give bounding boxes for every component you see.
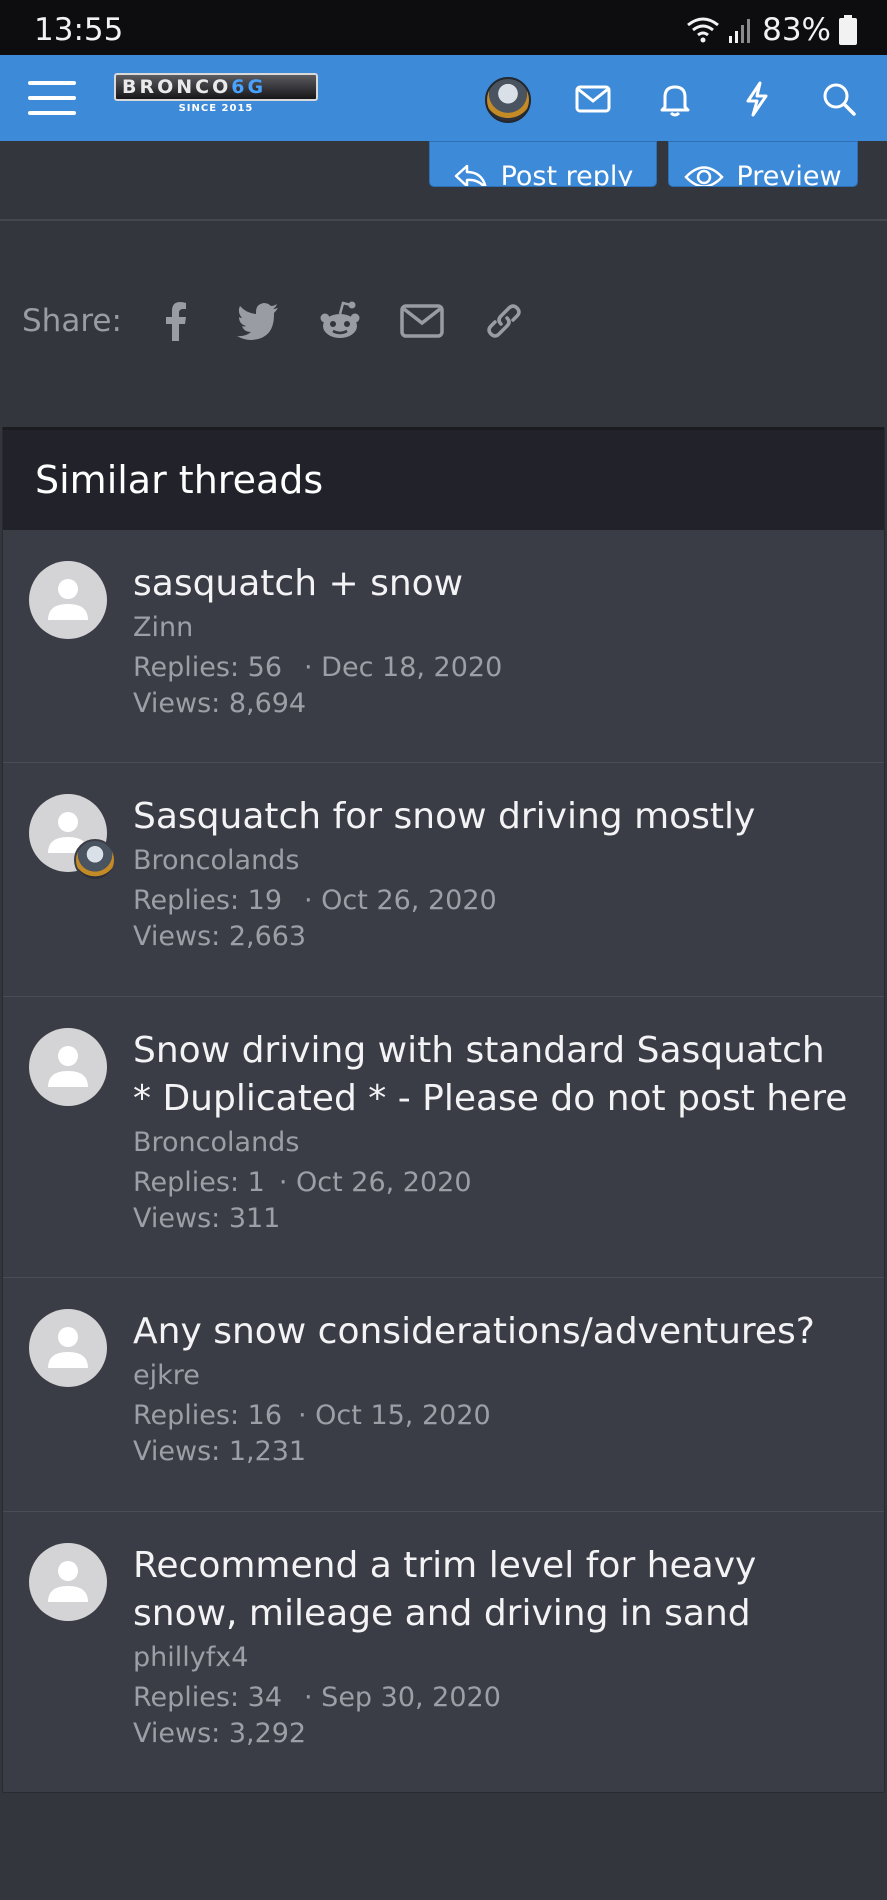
similar-threads-block: Similar threads sasquatch + snow Zinn Re… <box>2 427 885 1793</box>
user-icon <box>48 1046 88 1087</box>
thread-item[interactable]: Snow driving with standard Sasquatch * D… <box>3 997 884 1278</box>
thread-date: · Oct 26, 2020 <box>304 885 497 916</box>
menu-button[interactable] <box>28 79 76 117</box>
avatar[interactable] <box>29 561 107 639</box>
thread-title[interactable]: Any snow considerations/adventures? <box>133 1308 854 1356</box>
similar-threads-title: Similar threads <box>35 458 324 502</box>
thread-author[interactable]: Broncolands <box>133 845 854 877</box>
thread-title[interactable]: sasquatch + snow <box>133 560 854 608</box>
thread-date: · Oct 26, 2020 <box>278 1167 472 1198</box>
wifi-icon <box>687 17 720 43</box>
thread-replies: Replies: 34 <box>133 1682 283 1713</box>
user-badge <box>74 839 116 881</box>
post-reply-button[interactable]: Post reply <box>429 141 657 187</box>
thread-date: · Sep 30, 2020 <box>304 1682 501 1713</box>
avatar[interactable] <box>29 1309 107 1387</box>
top-navbar: BRONCO6G SINCE 2015 <box>0 55 887 141</box>
menu-icon <box>28 81 76 85</box>
signal-icon <box>729 19 751 43</box>
thread-author[interactable]: ejkre <box>133 1360 854 1392</box>
thread-item[interactable]: sasquatch + snow Zinn Replies: 56 · Dec 1… <box>3 530 884 763</box>
thread-author[interactable]: Broncolands <box>133 1127 854 1159</box>
search-icon[interactable] <box>819 79 859 119</box>
avatar[interactable] <box>29 794 116 881</box>
thread-title[interactable]: Sasquatch for snow driving mostly <box>133 793 854 841</box>
thread-item[interactable]: Recommend a trim level for heavy snow, m… <box>3 1512 884 1792</box>
bell-icon[interactable] <box>655 79 695 119</box>
user-icon <box>48 1561 88 1602</box>
bolt-icon[interactable] <box>737 79 777 119</box>
twitter-icon[interactable] <box>234 297 282 345</box>
share-bar: Share: <box>22 296 562 346</box>
thread-stats: Replies: 56 · Dec 18, 2020 Views: 8,694 <box>133 650 854 722</box>
battery-percent: 83% <box>762 12 831 48</box>
thread-views: Views: 311 <box>133 1203 281 1234</box>
email-icon[interactable] <box>398 297 446 345</box>
thread-author[interactable]: phillyfx4 <box>133 1642 854 1674</box>
thread-stats: Replies: 34 · Sep 30, 2020 Views: 3,292 <box>133 1680 854 1752</box>
thread-author[interactable]: Zinn <box>133 612 854 644</box>
thread-date: · Oct 15, 2020 <box>298 1400 491 1431</box>
thread-title[interactable]: Snow driving with standard Sasquatch * D… <box>133 1027 854 1123</box>
thread-item[interactable]: Sasquatch for snow driving mostly Bronco… <box>3 763 884 997</box>
logo-tagline: SINCE 2015 <box>178 103 254 114</box>
eye-icon <box>684 166 725 186</box>
thread-replies: Replies: 1 <box>133 1167 265 1198</box>
share-label: Share: <box>22 303 122 339</box>
facebook-icon[interactable] <box>152 297 200 345</box>
preview-button[interactable]: Preview <box>668 141 858 187</box>
thread-replies: Replies: 56 <box>133 652 283 683</box>
thread-views: Views: 3,292 <box>133 1718 307 1749</box>
divider <box>0 219 887 221</box>
status-time: 13:55 <box>34 12 124 48</box>
battery-icon <box>839 15 857 45</box>
thread-stats: Replies: 16 · Oct 15, 2020 Views: 1,231 <box>133 1398 854 1470</box>
thread-replies: Replies: 19 <box>133 885 283 916</box>
user-avatar[interactable] <box>485 77 531 123</box>
thread-item[interactable]: Any snow considerations/adventures? ejkr… <box>3 1278 884 1512</box>
thread-stats: Replies: 1 · Oct 26, 2020 Views: 311 <box>133 1165 854 1237</box>
thread-views: Views: 8,694 <box>133 688 307 719</box>
avatar[interactable] <box>29 1028 107 1106</box>
thread-date: · Dec 18, 2020 <box>304 652 503 683</box>
site-logo[interactable]: BRONCO6G SINCE 2015 <box>114 73 318 117</box>
status-indicators: 83% <box>686 12 857 48</box>
mail-icon[interactable] <box>573 79 613 119</box>
link-icon[interactable] <box>480 297 528 345</box>
similar-threads-header: Similar threads <box>3 430 884 530</box>
user-icon <box>48 1327 88 1368</box>
reply-icon <box>454 164 487 186</box>
thread-views: Views: 1,231 <box>133 1436 307 1467</box>
status-bar: 13:55 83% <box>0 0 887 55</box>
avatar[interactable] <box>29 1543 107 1621</box>
thread-replies: Replies: 16 <box>133 1400 283 1431</box>
thread-stats: Replies: 19 · Oct 26, 2020 Views: 2,663 <box>133 883 854 955</box>
user-icon <box>48 579 88 620</box>
thread-views: Views: 2,663 <box>133 921 307 952</box>
reply-actions: Post reply Preview <box>0 141 887 221</box>
thread-title[interactable]: Recommend a trim level for heavy snow, m… <box>133 1542 854 1638</box>
reddit-icon[interactable] <box>316 297 364 345</box>
